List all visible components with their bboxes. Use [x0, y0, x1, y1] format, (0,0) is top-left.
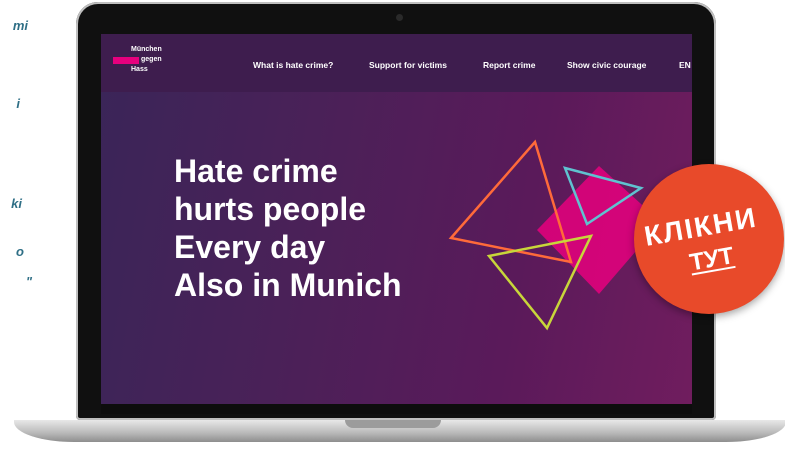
click-here-badge[interactable]: КЛІКНИ ТУТ [634, 164, 784, 314]
headline-line: Also in Munich [174, 267, 402, 303]
hero-headline: Hate crime hurts people Every day Also i… [174, 152, 402, 304]
laptop-notch [345, 420, 441, 428]
side-text: mi i ki o " [0, 0, 60, 340]
headline-line: Every day [174, 229, 326, 265]
side-text-line: i [16, 96, 20, 111]
side-text-line: ki [11, 196, 22, 211]
headline-line: hurts people [174, 191, 367, 227]
badge-line-1: КЛІКНИ [641, 201, 760, 252]
laptop-bezel-bottom [101, 404, 692, 414]
side-text-line: o [16, 244, 24, 259]
badge-text: КЛІКНИ ТУТ [634, 164, 784, 314]
side-text-line: mi [12, 18, 28, 33]
badge-line-2: ТУТ [687, 242, 736, 277]
side-text-line: " [25, 274, 32, 289]
camera-icon [396, 14, 403, 21]
headline-line: Hate crime [174, 153, 338, 189]
website-screen: München gegen Hass What is hate crime? S… [101, 34, 692, 404]
